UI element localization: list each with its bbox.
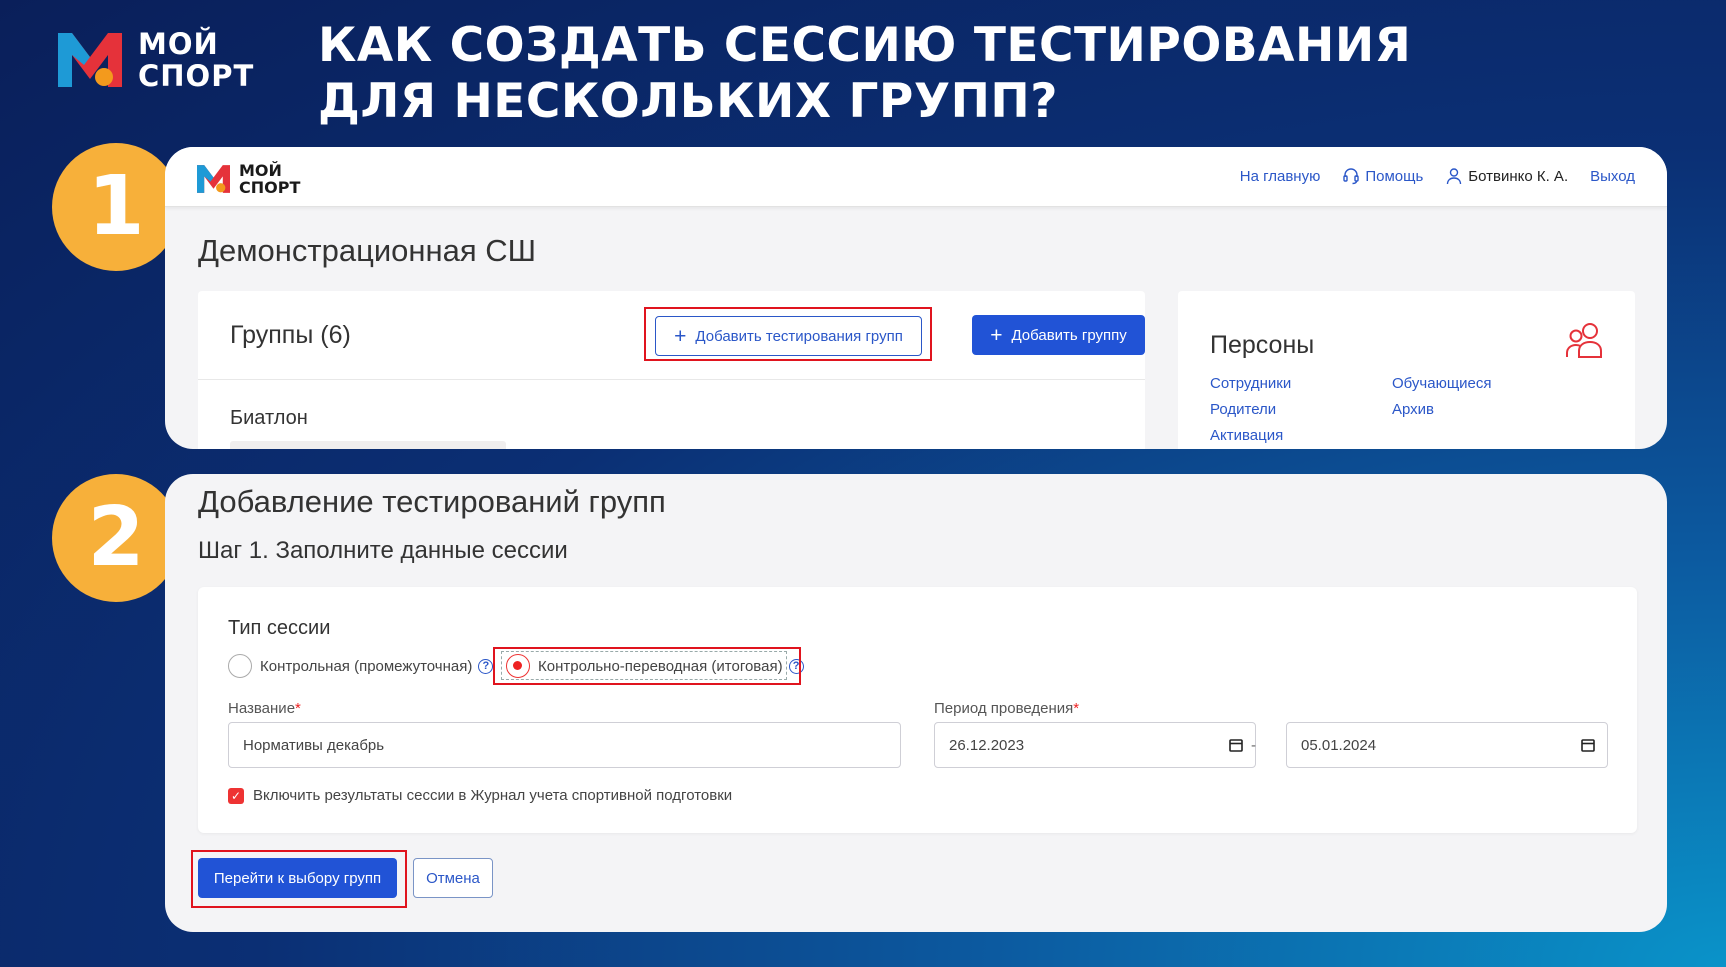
persons-link-activation[interactable]: Активация [1210, 427, 1283, 444]
navbar-wordmark-line-1: МОЙ [239, 161, 282, 180]
nav-home-label: На главную [1239, 167, 1321, 185]
cancel-button[interactable]: Отмена [413, 858, 493, 898]
period-start-value: 26.12.2023 [949, 736, 1025, 754]
moy-sport-logo-icon [58, 33, 122, 87]
name-label-text: Название [228, 700, 296, 717]
nav-help-link[interactable]: Помощь [1342, 167, 1423, 185]
name-field-label: Название* [228, 700, 301, 717]
session-form-card: Тип сессии Контрольная (промежуточная) ?… [198, 587, 1637, 833]
period-separator: - [1251, 737, 1256, 754]
nav-user-profile[interactable]: Ботвинко К. А. [1445, 167, 1568, 185]
brand-logo: МОЙ СПОРТ [58, 28, 254, 92]
calendar-icon[interactable] [1229, 738, 1243, 756]
period-start-date-input[interactable]: 26.12.2023 [934, 722, 1256, 768]
people-icon [1565, 321, 1607, 364]
navbar-wordmark: МОЙ СПОРТ [239, 162, 300, 196]
page-headline: КАК СОЗДАТЬ СЕССИЮ ТЕСТИРОВАНИЯ ДЛЯ НЕСК… [318, 18, 1498, 130]
include-journal-label: Включить результаты сессии в Журнал учет… [253, 787, 733, 804]
highlight-box [493, 647, 801, 685]
divider [198, 379, 1145, 380]
persons-link-students[interactable]: Обучающиеся [1392, 375, 1492, 392]
session-type-option-intermediate[interactable]: Контрольная (промежуточная) ? [228, 654, 494, 678]
nav-user-name: Ботвинко К. А. [1468, 167, 1569, 185]
period-end-date-input[interactable]: 05.01.2024 [1286, 722, 1608, 768]
headline-line-1: КАК СОЗДАТЬ СЕССИЮ ТЕСТИРОВАНИЯ [318, 18, 1412, 73]
moy-sport-logo-icon [197, 165, 230, 193]
brand-line-2: СПОРТ [138, 59, 255, 93]
period-field-label: Период проведения* [934, 700, 1079, 717]
persons-card: Персоны Сотрудники Обучающиеся Родители … [1178, 291, 1635, 449]
persons-link-archive[interactable]: Архив [1392, 401, 1434, 418]
step-subtitle: Шаг 1. Заполните данные сессии [198, 537, 568, 564]
step-badge-2: 2 [52, 474, 180, 602]
session-type-label: Тип сессии [228, 617, 331, 639]
user-icon [1445, 167, 1463, 185]
nav-help-label: Помощь [1365, 167, 1424, 185]
go-to-group-selection-label: Перейти к выбору групп [213, 869, 382, 887]
go-to-group-selection-button[interactable]: Перейти к выбору групп [198, 858, 397, 898]
calendar-icon[interactable] [1581, 738, 1595, 756]
navbar-wordmark-line-2: СПОРТ [239, 178, 301, 197]
period-end-value: 05.01.2024 [1301, 736, 1377, 754]
top-navbar: МОЙ СПОРТ На главную Помощь Ботвинко К. … [165, 147, 1667, 207]
school-title: Демонстрационная СШ [198, 233, 537, 268]
session-name-input[interactable]: Нормативы декабрь [228, 722, 901, 768]
required-mark: * [295, 700, 301, 717]
groups-title: Группы (6) [230, 321, 351, 349]
required-mark: * [1073, 700, 1080, 717]
checkbox-checked[interactable]: ✓ [228, 787, 244, 804]
persons-link-staff[interactable]: Сотрудники [1210, 375, 1291, 392]
nav-logout-link[interactable]: Выход [1590, 168, 1635, 185]
include-journal-checkbox-row[interactable]: ✓ Включить результаты сессии в Журнал уч… [228, 787, 732, 804]
cancel-label: Отмена [426, 869, 480, 887]
add-group-button[interactable]: + Добавить группу [972, 315, 1145, 355]
persons-title: Персоны [1210, 331, 1315, 359]
persons-link-parents[interactable]: Родители [1210, 401, 1276, 418]
navbar-links: На главную Помощь Ботвинко К. А. Выход [1218, 167, 1635, 185]
headline-line-2: ДЛЯ НЕСКОЛЬКИХ ГРУПП? [318, 74, 1059, 129]
groups-card: Группы (6) + Добавить тестирования групп… [198, 291, 1145, 449]
brand-wordmark: МОЙ СПОРТ [138, 28, 254, 92]
period-label-text: Период проведения [934, 700, 1074, 717]
option-label: Контрольная (промежуточная) [260, 657, 473, 675]
nav-logout-label: Выход [1590, 167, 1635, 185]
brand-line-1: МОЙ [138, 27, 219, 61]
highlight-box [644, 307, 932, 361]
session-name-value: Нормативы декабрь [243, 736, 385, 754]
screenshot-panel-school: МОЙ СПОРТ На главную Помощь Ботвинко К. … [165, 147, 1667, 449]
page-title: Добавление тестирований групп [198, 484, 666, 519]
step-badge-1: 1 [52, 143, 180, 271]
help-icon[interactable]: ? [478, 658, 494, 674]
screenshot-panel-add-testing: Добавление тестирований групп Шаг 1. Зап… [165, 474, 1667, 932]
sport-group-placeholder [230, 441, 506, 449]
nav-home-link[interactable]: На главную [1240, 168, 1321, 185]
navbar-logo[interactable]: МОЙ СПОРТ [197, 162, 300, 196]
add-group-label: Добавить группу [1011, 326, 1127, 344]
sport-heading: Биатлон [230, 407, 308, 429]
radio-button[interactable] [228, 654, 252, 678]
headset-icon [1342, 167, 1360, 185]
plus-icon: + [990, 323, 1003, 347]
